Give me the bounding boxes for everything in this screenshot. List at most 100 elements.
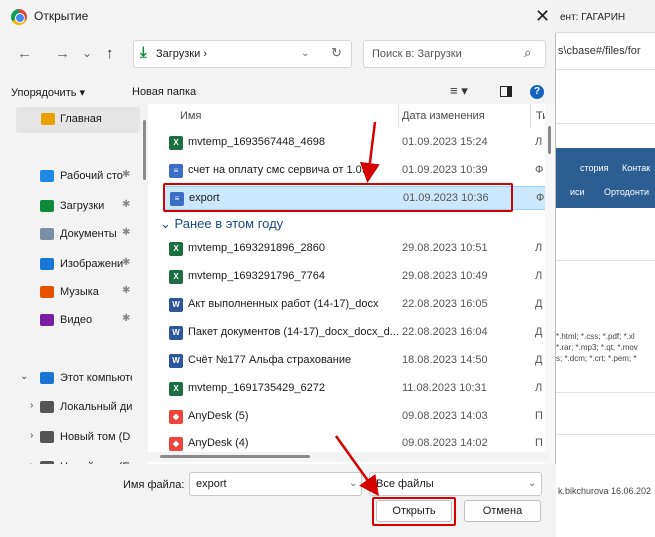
forward-arrow-icon[interactable]: → — [55, 45, 70, 62]
sidebar-item[interactable]: Рабочий сто ✱ — [0, 164, 144, 190]
file-row[interactable]: Xmvtemp_1693291796_7764 29.08.2023 10:49 Л — [163, 265, 548, 289]
sidebar-item[interactable]: Главная — [16, 107, 140, 133]
sidebar-item[interactable]: Музыка ✱ — [0, 280, 144, 306]
group-header[interactable]: ⌄ Ранее в этом году — [160, 216, 283, 232]
sidebar-item[interactable]: Загрузки ✱ — [0, 194, 144, 220]
nav-scrollbar-thumb[interactable] — [143, 120, 146, 180]
new-folder-button[interactable]: Новая папка — [132, 86, 196, 98]
group-label: Ранее в этом году — [174, 216, 284, 231]
file-row[interactable]: ≡ счет на оплату смс сервича от 1.09 01.09… — [163, 159, 548, 183]
search-icon[interactable]: ⌕ — [524, 45, 531, 61]
organize-menu-button[interactable]: Упорядочить ▾ — [11, 86, 85, 99]
pin-icon[interactable]: ✱ — [122, 227, 130, 238]
expand-chevron-icon[interactable]: ⌄ — [20, 371, 28, 382]
home-icon — [41, 113, 55, 125]
pin-icon[interactable]: ✱ — [122, 313, 130, 324]
pin-icon[interactable]: ✱ — [122, 285, 130, 296]
file-type: П — [535, 437, 543, 449]
anydesk-file-icon: ◆ — [169, 437, 183, 451]
sidebar-item[interactable]: Документы ✱ — [0, 222, 144, 248]
web-page — [548, 70, 655, 537]
word-file-icon: W — [169, 298, 183, 312]
downloads-icon — [40, 200, 54, 212]
collapse-chevron-icon[interactable]: › — [30, 400, 33, 411]
chrome-icon — [11, 9, 27, 25]
column-header-date[interactable]: Дата изменения — [402, 110, 485, 122]
breadcrumb[interactable]: Загрузки › — [156, 48, 207, 60]
address-dropdown-icon[interactable]: ⌄ — [301, 48, 309, 59]
file-date: 09.08.2023 14:03 — [402, 410, 488, 422]
sidebar-item[interactable]: ⌄ Этот компьюте — [0, 366, 144, 392]
file-row[interactable]: W Пакет документов (14-17)_docx_docx_d...… — [163, 321, 548, 345]
recent-locations-chevron-icon[interactable]: ⌄ — [82, 46, 92, 60]
video-icon — [40, 314, 54, 326]
file-row[interactable]: Xmvtemp_1693291896_2860 29.08.2023 10:51 Л — [163, 237, 548, 261]
pin-icon[interactable]: ✱ — [122, 169, 130, 180]
sidebar-item[interactable]: ›Новый том (E — [0, 455, 144, 464]
sidebar-item[interactable]: › Локальный ди — [0, 395, 144, 421]
web-nav-item[interactable]: иси — [570, 187, 585, 197]
horizontal-scrollbar-thumb[interactable] — [160, 455, 310, 458]
column-divider[interactable] — [530, 104, 531, 128]
file-name: счет на оплату смс сервича от 1.09 — [188, 164, 368, 176]
file-row[interactable]: Xmvtemp_1693567448_4698 01.09.2023 15:24 Л — [163, 131, 548, 155]
view-options-icon[interactable]: ≡ ▾ — [450, 83, 468, 99]
sidebar-item-label: Главная — [60, 113, 102, 125]
file-type: Л — [535, 270, 543, 282]
export-row-highlight — [163, 183, 513, 212]
file-row[interactable]: W Акт выполненных работ (14-17)_docx 22.08… — [163, 293, 548, 317]
refresh-icon[interactable]: ↻ — [331, 45, 342, 61]
file-date: 22.08.2023 16:04 — [402, 326, 488, 338]
collapse-chevron-icon[interactable]: › — [30, 430, 33, 441]
divider — [548, 434, 655, 435]
file-row[interactable]: W Счёт №177 Альфа страхование 18.08.2023 1… — [163, 349, 548, 373]
word-file-icon: W — [169, 354, 183, 368]
vertical-scrollbar-thumb[interactable] — [548, 126, 551, 154]
pin-icon[interactable]: ✱ — [122, 257, 130, 268]
web-nav-item[interactable]: Ортодонти — [604, 187, 649, 197]
file-type: Л — [535, 136, 543, 148]
sidebar-item[interactable]: › Новый том (D — [0, 425, 144, 451]
web-nav-bar — [548, 148, 655, 208]
pin-icon[interactable]: ✱ — [122, 199, 130, 210]
downloads-icon: ⤓ — [140, 44, 147, 61]
filetype-dropdown-icon[interactable]: ⌄ — [528, 478, 536, 489]
preview-pane-icon[interactable] — [500, 86, 512, 97]
file-row[interactable]: Xmvtemp_1691735429_6272 11.08.2023 10:31 Л — [163, 377, 548, 401]
drive-icon — [40, 401, 54, 413]
column-header-name[interactable]: Имя — [180, 110, 201, 122]
cancel-button[interactable]: Отмена — [464, 500, 541, 522]
file-name: Пакет документов (14-17)_docx_docx_d... — [188, 326, 398, 338]
extensions-text: *.rar; *.mp3; *.qt; *.mov — [556, 343, 638, 352]
file-type: Д — [535, 298, 543, 310]
browser-tab-title[interactable]: ент: ГАГАРИН — [560, 12, 625, 23]
web-nav-item[interactable]: Контак — [622, 163, 650, 173]
excel-file-icon: X — [169, 136, 183, 150]
file-name: Счёт №177 Альфа страхование — [188, 354, 352, 366]
excel-file-icon: X — [169, 382, 183, 396]
file-type: Л — [535, 242, 543, 254]
search-placeholder: Поиск в: Загрузки — [372, 48, 462, 60]
drive-icon — [40, 431, 54, 443]
column-divider[interactable] — [398, 104, 399, 128]
file-type: Ф — [535, 164, 544, 176]
up-arrow-icon[interactable]: ↑ — [106, 45, 114, 62]
filename-dropdown-icon[interactable]: ⌄ — [349, 478, 357, 489]
file-date: 01.09.2023 15:24 — [402, 136, 488, 148]
sidebar-item[interactable]: Видео ✱ — [0, 308, 144, 334]
file-date: 29.08.2023 10:49 — [402, 270, 488, 282]
filename-value: export — [196, 478, 227, 490]
filename-label: Имя файла: — [123, 479, 185, 491]
web-nav-item[interactable]: стория — [580, 163, 608, 173]
close-button[interactable]: ✕ — [529, 0, 556, 33]
file-row[interactable]: ◆ AnyDesk (5) 09.08.2023 14:03 П — [163, 405, 548, 429]
anydesk-file-icon: ◆ — [169, 410, 183, 424]
vertical-scrollbar[interactable] — [545, 104, 555, 464]
file-date: 09.08.2023 14:02 — [402, 437, 488, 449]
file-type: Д — [535, 326, 543, 338]
sidebar-item-label: Этот компьюте — [60, 372, 132, 384]
help-icon[interactable]: ? — [530, 85, 544, 99]
extensions-text: s; *.dcm; *.crt; *.pem; * — [556, 354, 637, 363]
back-arrow-icon[interactable]: ← — [17, 45, 32, 62]
sidebar-item[interactable]: Изображени ✱ — [0, 252, 144, 278]
